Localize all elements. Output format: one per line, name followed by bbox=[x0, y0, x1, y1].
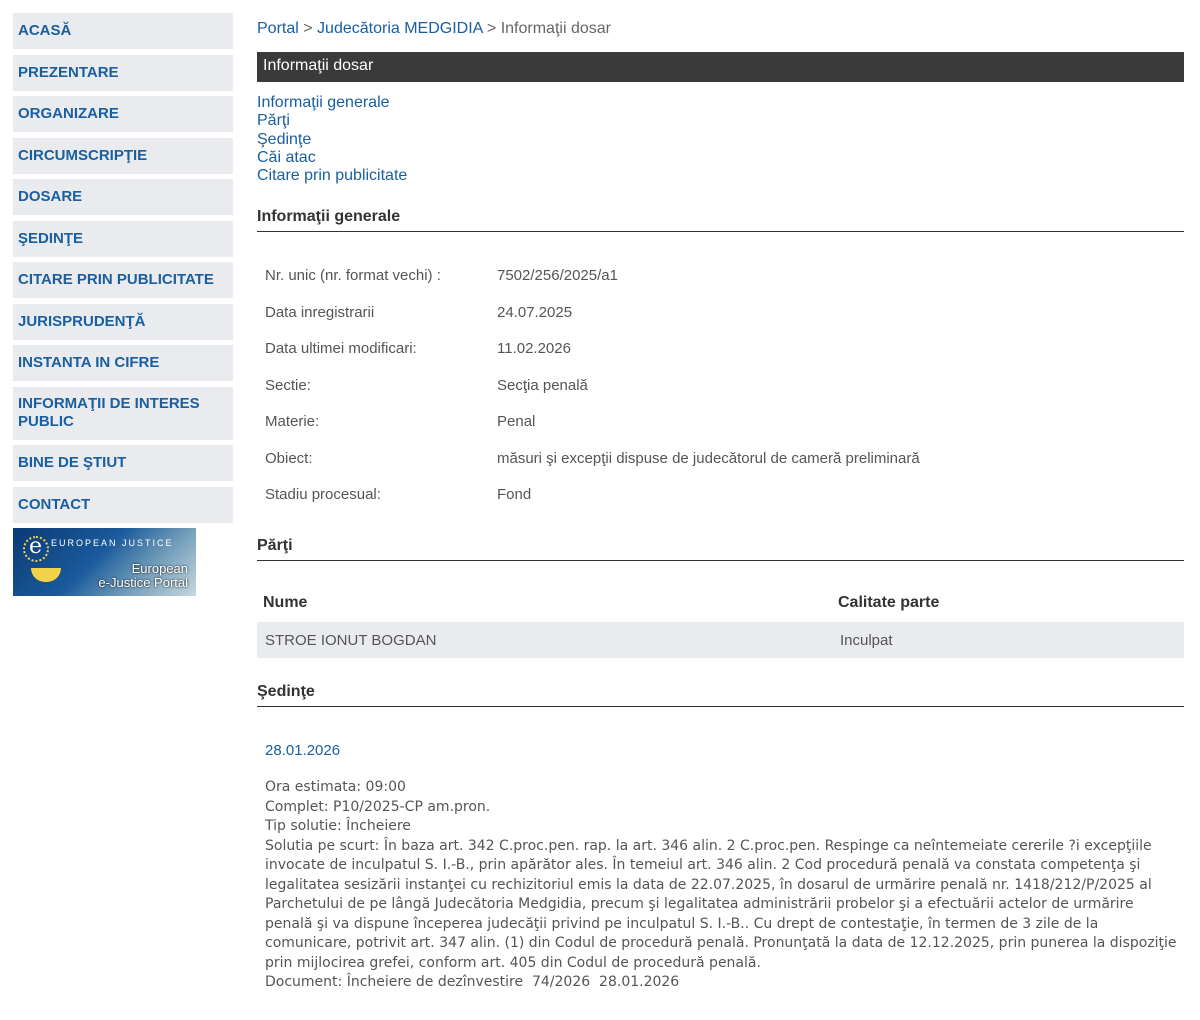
toc-parti[interactable]: Părţi bbox=[257, 112, 407, 130]
table-of-contents: Informaţii generale Părţi Şedinţe Căi at… bbox=[257, 94, 407, 185]
breadcrumb-separator: > bbox=[303, 20, 313, 37]
nav-acasa[interactable]: ACASĂ bbox=[13, 13, 233, 49]
european-e-justice-portal-banner[interactable]: e EUROPEAN JUSTICE European e-Justice Po… bbox=[13, 528, 196, 596]
toc-citare-prin-publicitate[interactable]: Citare prin publicitate bbox=[257, 167, 407, 185]
column-header-nume: Nume bbox=[263, 594, 308, 611]
session-date: 28.01.2026 bbox=[265, 742, 341, 759]
column-header-calitate-parte: Calitate parte bbox=[838, 594, 940, 611]
nav-dosare[interactable]: DOSARE bbox=[13, 179, 233, 215]
banner-line1: European bbox=[131, 561, 188, 576]
info-value: 11.02.2026 bbox=[497, 340, 571, 357]
info-label: Data ultimei modificari: bbox=[265, 340, 417, 357]
session-complet: Complet: P10/2025-CP am.pron. bbox=[265, 798, 491, 815]
info-value: Fond bbox=[497, 486, 532, 503]
nav-organizare[interactable]: ORGANIZARE bbox=[13, 96, 233, 132]
info-label: Nr. unic (nr. format vechi) : bbox=[265, 267, 441, 284]
section-heading-parti: Părţi bbox=[257, 537, 1184, 561]
nav-contact[interactable]: CONTACT bbox=[13, 486, 233, 523]
info-label: Data inregistrarii bbox=[265, 304, 375, 321]
nav-citare-prin-publicitate[interactable]: CITARE PRIN PUBLICITATE bbox=[13, 262, 233, 298]
party-role: Inculpat bbox=[840, 631, 893, 649]
nav-jurisprudenta[interactable]: JURISPRUDENŢĂ bbox=[13, 303, 233, 340]
section-heading-informatii-generale: Informaţii generale bbox=[257, 208, 1184, 232]
section-heading-sedinte: Şedinţe bbox=[257, 683, 1184, 707]
nav-circumscriptie[interactable]: CIRCUMSCRIPŢIE bbox=[13, 137, 233, 174]
info-label: Obiect: bbox=[265, 450, 313, 467]
parties-table: Nume Calitate parte STROE IONUT BOGDAN I… bbox=[257, 584, 1184, 658]
info-row-materie: Materie: Penal bbox=[265, 413, 535, 430]
toc-cai-atac[interactable]: Căi atac bbox=[257, 149, 407, 167]
nav-bine-de-stiut[interactable]: BINE DE ŞTIUT bbox=[13, 445, 233, 481]
info-row-sectie: Sectie: Secţia penală bbox=[265, 377, 588, 394]
nav-sedinte[interactable]: ŞEDINŢE bbox=[13, 220, 233, 257]
banner-line2: e-Justice Portal bbox=[98, 575, 188, 590]
breadcrumb-portal[interactable]: Portal bbox=[257, 20, 299, 37]
toc-sedinte[interactable]: Şedinţe bbox=[257, 131, 407, 149]
toc-informatii-generale[interactable]: Informaţii generale bbox=[257, 94, 407, 112]
info-value: 24.07.2025 bbox=[497, 304, 573, 321]
page-title: Informaţii dosar bbox=[257, 52, 1184, 82]
banner-caption: European e-Justice Portal bbox=[98, 562, 188, 590]
info-row-stadiu-procesual: Stadiu procesual: Fond bbox=[265, 486, 531, 503]
info-row-nr-unic: Nr. unic (nr. format vechi) : 7502/256/2… bbox=[265, 267, 618, 284]
breadcrumb-current: Informaţii dosar bbox=[500, 20, 611, 37]
breadcrumb-separator: > bbox=[486, 20, 497, 37]
info-value: Secţia penală bbox=[497, 377, 588, 394]
party-name: STROE IONUT BOGDAN bbox=[265, 631, 437, 649]
breadcrumb-court[interactable]: Judecătoria MEDGIDIA bbox=[317, 20, 482, 37]
info-row-data-ultimei-modificari: Data ultimei modificari: 11.02.2026 bbox=[265, 340, 571, 357]
session-ora-estimata: Ora estimata: 09:00 bbox=[265, 779, 406, 795]
nav-instanta-in-cifre[interactable]: INSTANTA IN CIFRE bbox=[13, 345, 233, 381]
table-row: STROE IONUT BOGDAN Inculpat bbox=[257, 622, 1184, 658]
info-row-data-inregistrarii: Data inregistrarii 24.07.2025 bbox=[265, 304, 572, 321]
session-document: Document: Încheiere de dezînvestire 74/2… bbox=[265, 974, 680, 990]
scales-icon bbox=[31, 568, 61, 582]
info-value: 7502/256/2025/a1 bbox=[497, 267, 618, 284]
session-solutia-pe-scurt: Solutia pe scurt: În baza art. 342 C.pro… bbox=[265, 837, 1177, 971]
session-details: Ora estimata: 09:00 Complet: P10/2025-CP… bbox=[265, 778, 1177, 993]
session-tip-solutie: Tip solutie: Încheiere bbox=[265, 818, 411, 834]
info-value: măsuri şi excepţii dispuse de judecătoru… bbox=[497, 450, 920, 467]
info-label: Sectie: bbox=[265, 377, 311, 394]
info-label: Materie: bbox=[265, 413, 320, 430]
info-value: Penal bbox=[497, 413, 536, 430]
banner-top-text: EUROPEAN JUSTICE bbox=[51, 538, 174, 548]
sidebar-nav: ACASĂ PREZENTARE ORGANIZARE CIRCUMSCRIPŢ… bbox=[13, 13, 233, 596]
info-label: Stadiu procesual: bbox=[265, 486, 381, 503]
breadcrumb: Portal > Judecătoria MEDGIDIA > Informaţ… bbox=[257, 20, 611, 38]
nav-informatii-interes-public[interactable]: INFORMAŢII DE INTERES PUBLIC bbox=[13, 386, 233, 440]
e-justice-logo: e bbox=[29, 534, 43, 559]
info-row-obiect: Obiect: măsuri şi excepţii dispuse de ju… bbox=[265, 450, 920, 467]
parties-header-row: Nume Calitate parte bbox=[257, 584, 1184, 622]
nav-prezentare[interactable]: PREZENTARE bbox=[13, 54, 233, 91]
